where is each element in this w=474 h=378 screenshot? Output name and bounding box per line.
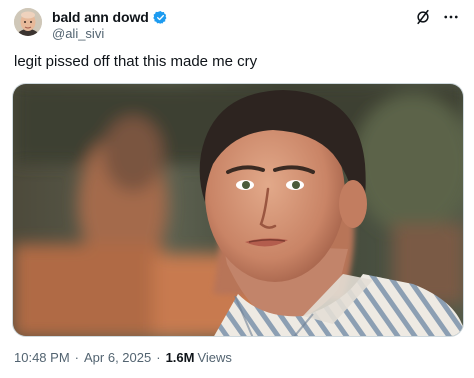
tweet: bald ann dowd @ali_sivi legit pissed off… [0, 0, 474, 378]
meta-separator-2: · [156, 350, 161, 365]
verified-badge-icon[interactable] [152, 10, 168, 25]
photo-scene [13, 84, 463, 336]
author-handle[interactable]: @ali_sivi [52, 26, 104, 41]
views-count: 1.6M [165, 350, 195, 365]
tweet-text: legit pissed off that this made me cry [14, 53, 258, 70]
tweet-time[interactable]: 10:48 PM [14, 350, 70, 365]
avatar[interactable] [14, 8, 42, 36]
more-options-icon[interactable] [440, 6, 462, 28]
meta-separator: · [74, 350, 79, 365]
grok-icon[interactable] [412, 6, 434, 28]
tweet-top-actions [412, 6, 462, 28]
tweet-date[interactable]: Apr 6, 2025 [84, 350, 151, 365]
avatar-image [14, 8, 42, 36]
views-label: Views [197, 350, 232, 365]
author-display-name[interactable]: bald ann dowd [52, 9, 149, 25]
tweet-meta: 10:48 PM · Apr 6, 2025 · 1.6M Views [14, 350, 232, 365]
author-name-row[interactable]: bald ann dowd [52, 8, 168, 26]
tweet-media-image[interactable] [12, 83, 464, 337]
